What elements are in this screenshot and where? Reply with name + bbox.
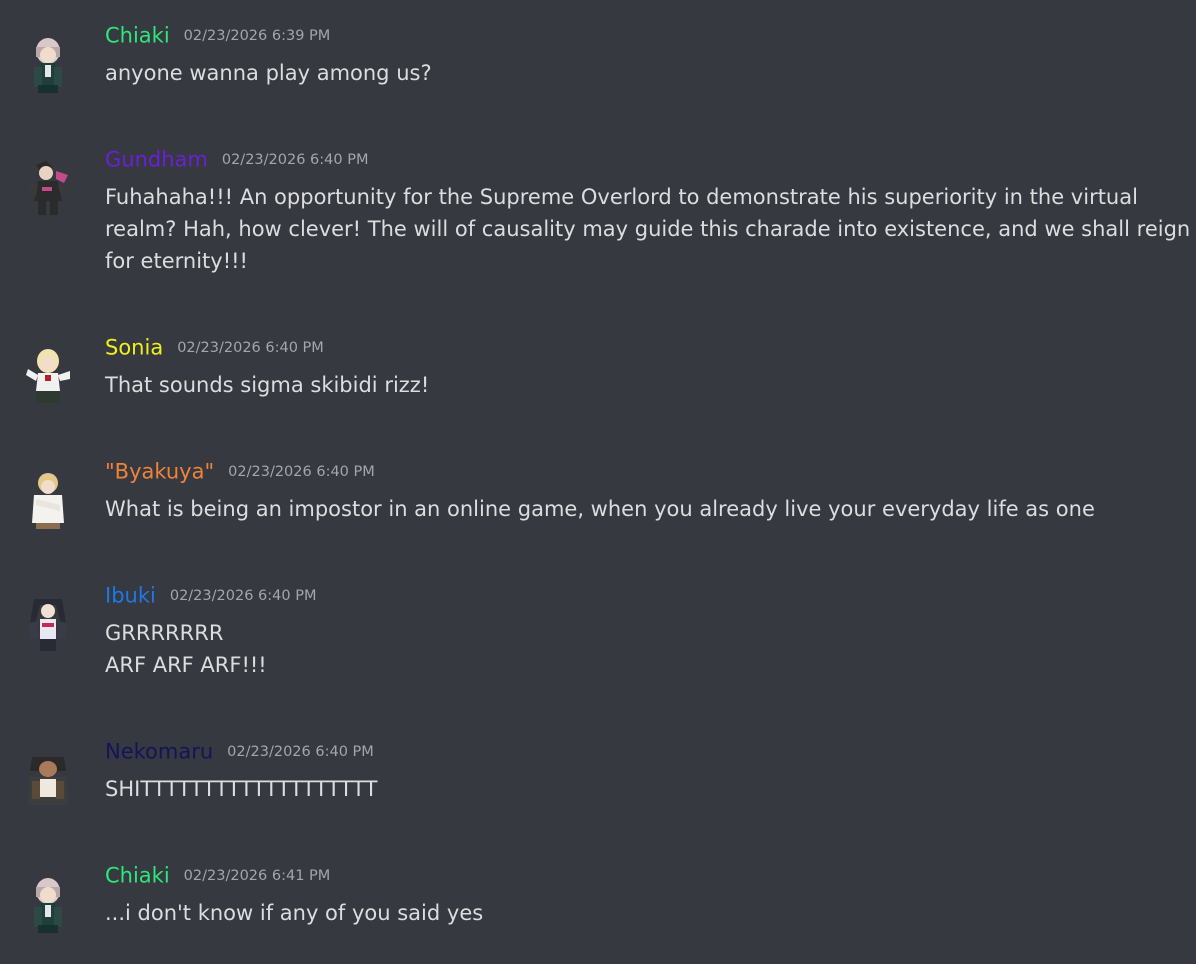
message-line: ARF ARF ARF!!!	[105, 653, 267, 677]
timestamp: 02/23/2026 6:40 PM	[169, 587, 317, 604]
username[interactable]: "Byakuya"	[105, 460, 214, 484]
message-header: Ibuki 02/23/2026 6:40 PM	[105, 581, 316, 609]
gundham-avatar-icon[interactable]	[16, 157, 80, 221]
message-line: GRRRRRRR	[105, 621, 224, 645]
message-body: Fuhahaha!!! An opportunity for the Supre…	[105, 181, 1191, 277]
message-header: Chiaki 02/23/2026 6:41 PM	[105, 861, 330, 889]
chiaki-avatar-icon[interactable]	[16, 873, 80, 937]
message-line: SHITTTTTTTTTTTTTTTTTTT	[105, 777, 378, 801]
username[interactable]: Chiaki	[105, 24, 170, 48]
chat-log: Chiaki 02/23/2026 6:39 PM anyone wanna pl…	[0, 0, 1196, 964]
byakuya-avatar-icon[interactable]	[16, 469, 80, 533]
message-line: What is being an impostor in an online g…	[105, 497, 1095, 521]
username[interactable]: Gundham	[105, 148, 208, 172]
timestamp: 02/23/2026 6:40 PM	[177, 339, 324, 356]
message-header: Chiaki 02/23/2026 6:39 PM	[105, 21, 330, 49]
timestamp: 02/23/2026 6:41 PM	[183, 867, 331, 884]
timestamp: 02/23/2026 6:40 PM	[221, 151, 369, 168]
nekomaru-avatar-icon[interactable]	[16, 749, 80, 813]
username[interactable]: Chiaki	[105, 864, 170, 888]
sonia-avatar-icon[interactable]	[16, 345, 80, 409]
message-body: What is being an impostor in an online g…	[105, 493, 1185, 525]
message-line: anyone wanna play among us?	[105, 61, 432, 85]
message-line: ...i don't know if any of you said yes	[105, 901, 484, 925]
message-body: ...i don't know if any of you said yes	[105, 897, 1185, 929]
message-header: Sonia 02/23/2026 6:40 PM	[105, 333, 324, 361]
message-header: Gundham 02/23/2026 6:40 PM	[105, 145, 368, 173]
message-line: Fuhahaha!!! An opportunity for the Supre…	[105, 185, 1138, 209]
message-line: for eternity!!!	[105, 249, 248, 273]
message-body: anyone wanna play among us?	[105, 57, 1185, 89]
message-line: That sounds sigma skibidi rizz!	[105, 373, 430, 397]
message-header: "Byakuya" 02/23/2026 6:40 PM	[105, 457, 375, 485]
message-line: realm? Hah, how clever! The will of caus…	[105, 217, 1191, 241]
username[interactable]: Ibuki	[105, 584, 156, 608]
timestamp: 02/23/2026 6:40 PM	[228, 463, 375, 480]
timestamp: 02/23/2026 6:40 PM	[227, 743, 374, 760]
message-body: That sounds sigma skibidi rizz!	[105, 369, 1185, 401]
username[interactable]: Nekomaru	[105, 740, 213, 764]
message-body: GRRRRRRR ARF ARF ARF!!!	[105, 617, 1185, 681]
ibuki-avatar-icon[interactable]	[16, 593, 80, 657]
username[interactable]: Sonia	[105, 336, 163, 360]
timestamp: 02/23/2026 6:39 PM	[183, 27, 331, 44]
chiaki-avatar-icon[interactable]	[16, 33, 80, 97]
message-header: Nekomaru 02/23/2026 6:40 PM	[105, 737, 374, 765]
message-body: SHITTTTTTTTTTTTTTTTTTT	[105, 773, 1185, 805]
